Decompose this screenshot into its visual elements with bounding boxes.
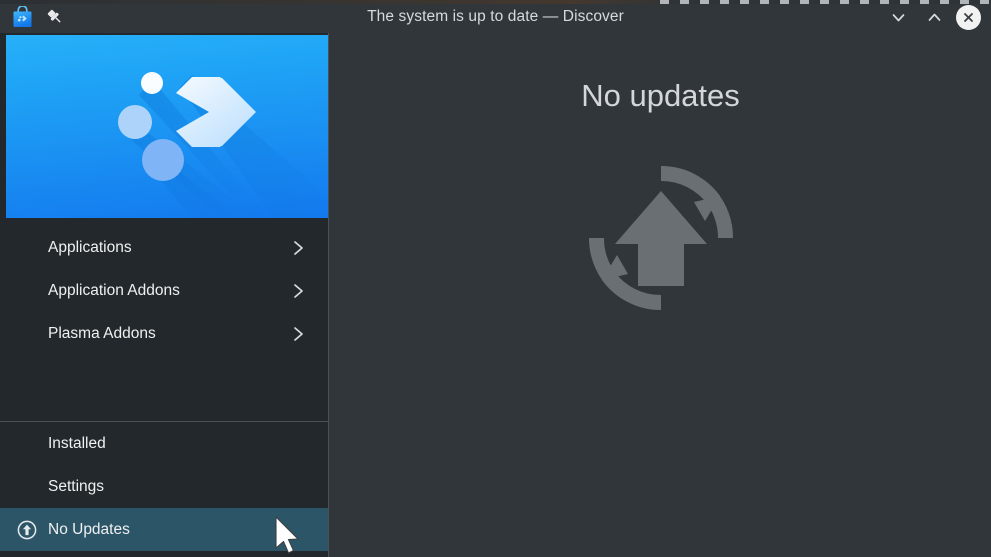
page-title: No updates [581,78,740,113]
minimize-button[interactable] [884,3,912,31]
pin-icon[interactable] [45,7,65,27]
discover-logo-banner [6,35,328,218]
sidebar-system-list: Installed Settings No Updates [0,422,328,551]
close-button[interactable] [956,4,981,30]
sidebar: Applications Application Addons Plasma A… [0,33,329,557]
discover-window: The system is up to date — Discover Appl… [0,0,991,557]
maximize-button[interactable] [920,3,948,31]
chevron-right-icon [292,281,306,301]
sidebar-item-label: Applications [48,238,132,256]
sidebar-item-application-addons[interactable]: Application Addons [0,269,328,312]
chevron-right-icon [292,238,306,258]
chevron-right-icon [292,324,306,344]
sidebar-item-label: Plasma Addons [48,324,156,342]
window-titlebar[interactable]: The system is up to date — Discover [0,0,991,33]
titlebar-left-icons [12,5,65,29]
update-arrow-circle-icon [16,519,38,541]
sidebar-item-label: Application Addons [48,281,180,299]
sidebar-item-label: Settings [48,477,105,495]
window-controls [884,3,981,31]
sidebar-item-plasma-addons[interactable]: Plasma Addons [0,312,328,355]
sidebar-item-no-updates[interactable]: No Updates [0,508,328,551]
sidebar-item-settings[interactable]: Settings [0,465,328,508]
discover-shopping-bag-icon[interactable] [12,5,33,28]
window-title: The system is up to date — Discover [367,8,624,25]
system-update-refresh-icon [330,158,991,318]
sidebar-item-label: No Updates [48,520,130,538]
sidebar-item-label: Installed [48,434,106,452]
sidebar-item-applications[interactable]: Applications [0,226,328,269]
sidebar-item-installed[interactable]: Installed [0,422,328,465]
content-area: No updates [330,33,991,557]
sidebar-category-list: Applications Application Addons Plasma A… [0,218,328,421]
